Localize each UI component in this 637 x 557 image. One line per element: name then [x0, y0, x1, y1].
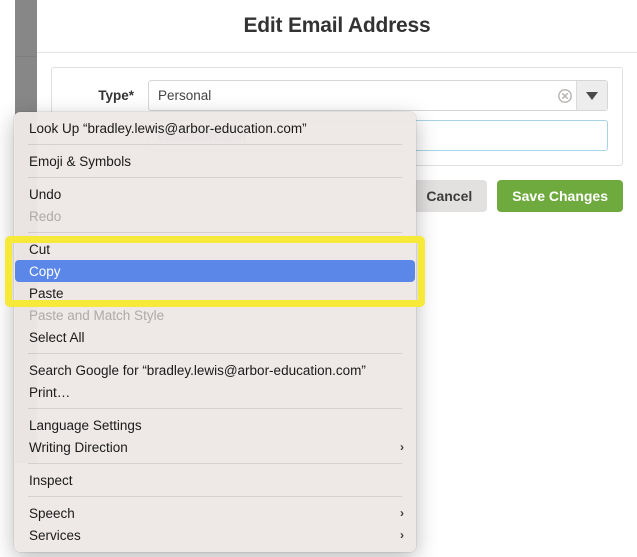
context-menu[interactable]: Look Up “bradley.lewis@arbor-education.c… — [14, 112, 416, 552]
type-field-label: Type* — [66, 88, 148, 103]
menu-item-label: Writing Direction — [29, 440, 390, 455]
menu-item: Paste and Match Style — [15, 304, 415, 326]
menu-item-label: Services — [29, 528, 390, 543]
menu-item-label: Speech — [29, 506, 390, 521]
menu-item[interactable]: Services › — [15, 524, 415, 546]
menu-item-label: Copy — [29, 264, 404, 279]
dialog-header: Edit Email Address — [37, 0, 637, 53]
menu-item-label: Paste and Match Style — [29, 308, 404, 323]
cancel-button[interactable]: Cancel — [411, 180, 487, 212]
menu-item-label: Search Google for “bradley.lewis@arbor-e… — [29, 363, 404, 378]
type-select-value: Personal — [149, 88, 554, 103]
menu-separator — [28, 353, 402, 354]
menu-separator — [28, 496, 402, 497]
menu-item-label: Redo — [29, 209, 404, 224]
menu-item-label: Print… — [29, 385, 404, 400]
chevron-right-icon: › — [400, 440, 404, 454]
menu-item[interactable]: Writing Direction › — [15, 436, 415, 458]
chevron-down-icon[interactable] — [576, 81, 607, 110]
menu-item[interactable]: Select All — [15, 326, 415, 348]
menu-item[interactable]: Emoji & Symbols — [15, 150, 415, 172]
menu-item-label: Cut — [29, 242, 404, 257]
menu-item-label: Language Settings — [29, 418, 404, 433]
menu-separator — [28, 232, 402, 233]
form-row-type: Type* Personal — [66, 80, 608, 111]
menu-separator — [28, 463, 402, 464]
sidebar-segment[interactable] — [15, 0, 37, 57]
menu-item[interactable]: Language Settings — [15, 414, 415, 436]
menu-item[interactable]: Speech › — [15, 502, 415, 524]
menu-separator — [28, 144, 402, 145]
menu-item-label: Select All — [29, 330, 404, 345]
chevron-right-icon: › — [400, 506, 404, 520]
chevron-right-icon: › — [400, 528, 404, 542]
save-changes-button[interactable]: Save Changes — [497, 180, 623, 212]
menu-item[interactable]: Paste — [15, 282, 415, 304]
menu-item[interactable]: Undo — [15, 183, 415, 205]
menu-item-label: Undo — [29, 187, 404, 202]
clear-circle-icon[interactable] — [554, 89, 576, 103]
menu-item-label: Paste — [29, 286, 404, 301]
menu-separator — [28, 408, 402, 409]
menu-item: Redo — [15, 205, 415, 227]
menu-item[interactable]: Copy — [15, 260, 415, 282]
menu-item[interactable]: Cut — [15, 238, 415, 260]
menu-item[interactable]: Search Google for “bradley.lewis@arbor-e… — [15, 359, 415, 381]
menu-item[interactable]: Look Up “bradley.lewis@arbor-education.c… — [15, 117, 415, 139]
page-title: Edit Email Address — [243, 14, 430, 38]
menu-item-label: Emoji & Symbols — [29, 154, 404, 169]
sidebar-segment[interactable] — [15, 57, 37, 114]
menu-item-label: Look Up “bradley.lewis@arbor-education.c… — [29, 121, 404, 136]
menu-separator — [28, 177, 402, 178]
menu-item-label: Inspect — [29, 473, 404, 488]
type-select[interactable]: Personal — [148, 80, 608, 111]
menu-item[interactable]: Print… — [15, 381, 415, 403]
menu-item[interactable]: Inspect — [15, 469, 415, 491]
